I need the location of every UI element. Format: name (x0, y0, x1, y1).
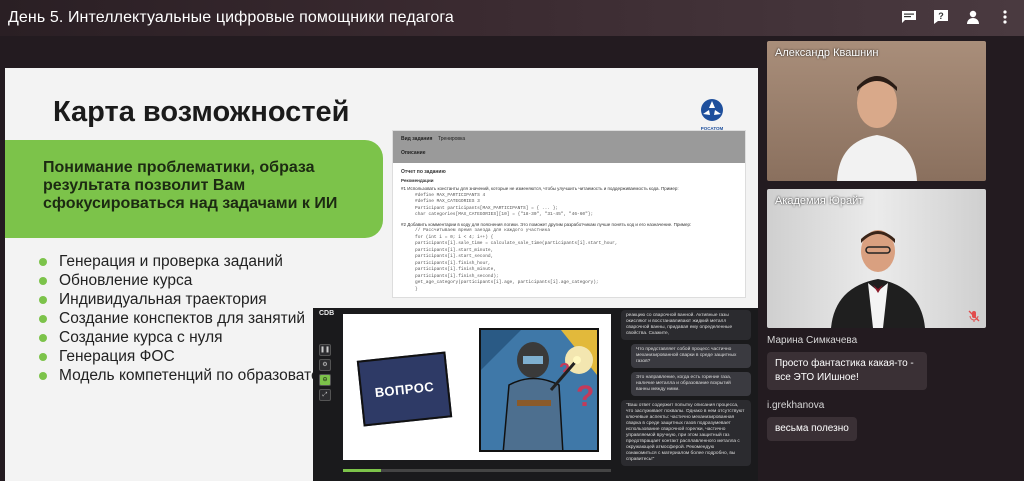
participant-video (837, 76, 917, 181)
doc-field-label: Описание (401, 150, 426, 156)
svg-text:?: ? (576, 380, 594, 413)
svg-text:?: ? (938, 11, 944, 21)
doc-field-label: Вид задания (401, 136, 433, 142)
list-item: Генерация и проверка заданий (37, 252, 445, 271)
video-tile[interactable]: Александр Квашнин (767, 41, 986, 181)
doc-body: Отчет по заданию Рекомендации #1 Использ… (393, 163, 745, 297)
doc-field-value: Тренировка (437, 136, 466, 142)
slide-title: Карта возможностей (53, 96, 350, 128)
video-tile[interactable]: Академия Юрайт (767, 189, 986, 328)
meeting-header: День 5. Интеллектуальные цифровые помощн… (0, 0, 1024, 36)
list-item: Индивидуальная траектория (37, 290, 445, 309)
fullscreen-icon[interactable]: ⤢ (319, 389, 331, 401)
person-icon[interactable] (964, 8, 982, 26)
highlight-text: Понимание проблематики, образа результат… (43, 159, 338, 212)
task-report-screenshot: Вид задания Тренировка Описание Отчет по… (392, 130, 746, 298)
chat-message: Что представляет собой процесс частично … (631, 344, 751, 368)
header-toolbar: ? (900, 8, 1014, 26)
embedded-app-screen: CDB ❚❚ ⚙ ⊖ ⤢ ВОПРОС ? ? реакцию со сваро… (313, 308, 758, 481)
code-line: } (415, 286, 418, 292)
question-card: ВОПРОС (356, 351, 453, 427)
mic-off-icon (968, 310, 980, 322)
app-label: CDB (319, 310, 335, 317)
more-vert-icon[interactable] (996, 8, 1014, 26)
question-card-text: ВОПРОС (374, 378, 435, 400)
chat-panel: Марина Симкачева Просто фантастика какая… (767, 335, 997, 451)
pause-icon[interactable]: ❚❚ (319, 344, 331, 356)
doc-header: Вид задания Тренировка Описание (393, 131, 745, 163)
illustration-canvas: ВОПРОС ? ? (343, 314, 611, 460)
doc-subtitle: Рекомендации (401, 177, 434, 183)
chat-message: "Ваш ответ содержит попытку описания про… (621, 400, 751, 466)
code-line: char categories[MAX_CATEGORIES][10] = {"… (415, 212, 594, 217)
playback-progress[interactable] (343, 469, 611, 472)
settings-icon[interactable]: ⚙ (319, 359, 331, 371)
chat-sender: Марина Симкачева (767, 335, 858, 346)
highlight-box: Понимание проблематики, образа результат… (5, 140, 383, 238)
participant-name: Академия Юрайт (775, 195, 864, 207)
help-icon[interactable]: ? (932, 8, 950, 26)
progress-fill (343, 469, 381, 472)
meeting-title: День 5. Интеллектуальные цифровые помощн… (8, 9, 454, 26)
chat-message: реакцию со сварочной ванной. Активные га… (621, 310, 751, 340)
rosatom-logo: РОСАТОМ (697, 98, 727, 132)
shared-screen-slide: Карта возможностей РОСАТОМ Понимание про… (5, 68, 758, 481)
chat-sender: i.grekhanova (767, 400, 825, 411)
chat-icon[interactable] (900, 8, 918, 26)
chat-bubble: весьма полезно (767, 417, 857, 441)
participant-video (831, 230, 925, 328)
list-item: Обновление курса (37, 271, 445, 290)
doc-section-title: Отчет по заданию (401, 169, 446, 175)
mode-icon[interactable]: ⊖ (319, 374, 331, 386)
participant-name: Александр Квашнин (775, 47, 879, 59)
app-chat-panel: реакцию со сварочной ванной. Активные га… (621, 310, 751, 480)
app-side-controls: ❚❚ ⚙ ⊖ ⤢ (319, 344, 331, 402)
welder-illustration: ? ? (479, 328, 599, 452)
chat-message: Это направление, когда есть горение газа… (631, 372, 751, 396)
chat-bubble: Просто фантастика какая-то - все ЭТО ИИш… (767, 352, 927, 390)
